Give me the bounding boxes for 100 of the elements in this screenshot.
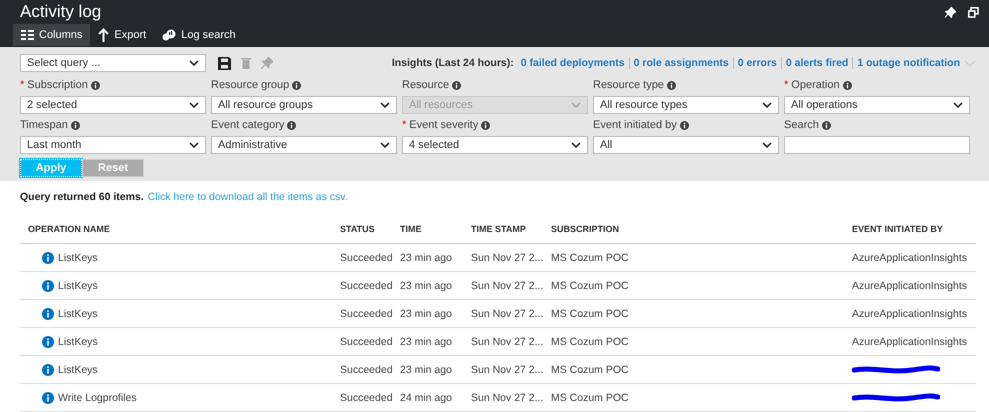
table-cell-text: Sun Nov 27 2... xyxy=(471,364,544,376)
trash-icon[interactable] xyxy=(241,57,251,69)
table-cell: ListKeys xyxy=(58,364,98,376)
info-icon xyxy=(42,336,54,348)
insights-link[interactable]: 0 role assignments xyxy=(628,57,733,69)
chevron-down-icon xyxy=(953,102,963,108)
info-icon xyxy=(42,308,54,320)
column-header[interactable]: TIME STAMP xyxy=(471,224,551,234)
table-cell-text: Succeeded xyxy=(340,252,394,264)
table-row[interactable]: Write Logprofiles Succeeded 24 min ago Sun Nov 27 2... MS Cozum POC xyxy=(20,384,976,412)
table-row[interactable]: ListKeys Succeeded 23 min ago Sun Nov 27 2... MS Cozum POC AzureApplicationInsights xyxy=(20,244,976,272)
column-header[interactable]: SUBSCRIPTION xyxy=(551,224,852,234)
chevron-down-icon xyxy=(380,102,390,108)
table-cell-text: AzureApplicationInsights xyxy=(852,280,968,292)
chevron-down-icon xyxy=(189,142,199,148)
column-header[interactable]: TIME xyxy=(400,224,471,234)
table-row[interactable]: ListKeys Succeeded 23 min ago Sun Nov 27 2... MS Cozum POC AzureApplicationInsights xyxy=(20,300,976,328)
info-icon xyxy=(70,120,80,130)
field-label: Event category xyxy=(211,119,284,131)
info-icon xyxy=(42,364,54,376)
chevron-down-icon xyxy=(380,142,390,148)
table-cell-text: 23 min ago xyxy=(400,336,453,348)
chevron-down-icon xyxy=(571,142,581,148)
field-label: Subscription xyxy=(27,79,88,91)
table-cell-text: 23 min ago xyxy=(400,280,453,292)
table-cell-text: Sun Nov 27 2... xyxy=(471,392,544,404)
info-icon xyxy=(822,120,831,130)
insights-label: Insights (Last 24 hours): xyxy=(392,57,514,69)
required-asterisk: * xyxy=(20,79,24,91)
table-cell-text: 23 min ago xyxy=(400,364,453,376)
table-cell-text: Sun Nov 27 2... xyxy=(471,308,544,320)
info-icon xyxy=(292,80,302,90)
field-label: Timespan xyxy=(20,119,68,131)
arrow-up-icon xyxy=(98,28,110,42)
table-cell-text: Sun Nov 27 2... xyxy=(471,280,544,292)
toolbar-button[interactable]: Columns xyxy=(13,24,90,46)
insights-link[interactable]: 0 errors xyxy=(732,57,781,69)
dropdown[interactable]: All xyxy=(593,136,779,154)
table-cell-text: Succeeded xyxy=(340,364,394,376)
insights-link[interactable]: 0 failed deployments xyxy=(516,57,629,69)
dropdown[interactable]: 4 selected xyxy=(402,136,588,154)
table-cell-text: AzureApplicationInsights xyxy=(852,252,968,264)
search-field[interactable] xyxy=(784,136,970,154)
table-cell-text: MS Cozum POC xyxy=(551,252,630,264)
table-row[interactable]: ListKeys Succeeded 23 min ago Sun Nov 27 2... MS Cozum POC AzureApplicationInsights xyxy=(20,328,976,356)
insights-link[interactable]: 0 alerts fired xyxy=(780,57,852,69)
table-cell: ListKeys xyxy=(58,336,98,348)
table-cell-text: AzureApplicationInsights xyxy=(852,308,968,320)
info-icon xyxy=(42,280,54,292)
table-cell-text: MS Cozum POC xyxy=(551,336,630,348)
column-header[interactable]: EVENT INITIATED BY xyxy=(852,224,976,234)
chevron-down-icon[interactable] xyxy=(964,60,976,66)
table-cell: Write Logprofiles xyxy=(58,392,137,404)
table-cell-text: 23 min ago xyxy=(400,252,453,264)
chevron-down-icon xyxy=(762,102,772,108)
table-cell-text: 24 min ago xyxy=(400,392,453,404)
table-row[interactable]: ListKeys Succeeded 23 min ago Sun Nov 27 2... MS Cozum POC xyxy=(20,356,976,384)
column-header[interactable]: STATUS xyxy=(340,224,400,234)
window-title: Activity log xyxy=(20,2,102,22)
toolbar-button[interactable]: Log search xyxy=(154,24,244,46)
table-cell-text: Succeeded xyxy=(340,392,394,404)
table-cell-text: Sun Nov 27 2... xyxy=(471,252,544,264)
required-asterisk: * xyxy=(784,79,788,91)
columns-icon xyxy=(21,30,34,40)
field-label: Event initiated by xyxy=(593,119,677,131)
log-search-icon xyxy=(162,28,176,42)
query-summary: Query returned 60 items. Click here to download all the items as csv. xyxy=(20,191,349,203)
table-cell: ListKeys xyxy=(58,308,98,320)
table-cell-text: Succeeded xyxy=(340,308,394,320)
chevron-down-icon xyxy=(571,102,581,108)
dropdown[interactable]: 2 selected xyxy=(20,96,206,114)
dropdown[interactable]: All operations xyxy=(784,96,970,114)
field-label: Resource xyxy=(402,79,450,91)
table-cell-text: Succeeded xyxy=(340,280,394,292)
query-dropdown[interactable]: Select query ... xyxy=(20,54,206,72)
info-icon xyxy=(42,392,54,404)
toolbar-button[interactable]: Export xyxy=(90,24,154,46)
table-cell-text: MS Cozum POC xyxy=(551,308,630,320)
field-label: Operation xyxy=(791,79,840,91)
dropdown[interactable]: All resource groups xyxy=(211,96,397,114)
table-cell-text: Sun Nov 27 2... xyxy=(471,336,544,348)
chevron-down-icon xyxy=(189,60,199,66)
required-asterisk: * xyxy=(402,119,406,131)
dropdown[interactable]: Administrative xyxy=(211,136,397,154)
field-label: Resource group xyxy=(211,79,290,91)
field-label: Search xyxy=(784,119,819,131)
dropdown[interactable]: Last month xyxy=(20,136,206,154)
info-icon xyxy=(481,120,490,130)
save-icon[interactable] xyxy=(218,56,231,70)
restore-icon[interactable] xyxy=(968,6,979,18)
info-icon xyxy=(287,120,296,130)
table-cell: ListKeys xyxy=(58,280,98,292)
insights-link[interactable]: 1 outage notification xyxy=(852,57,964,69)
column-header[interactable]: OPERATION NAME xyxy=(28,224,340,234)
table-cell-text: AzureApplicationInsights xyxy=(852,336,968,348)
chevron-down-icon xyxy=(189,102,199,108)
info-icon xyxy=(42,252,54,264)
dropdown[interactable]: All resource types xyxy=(593,96,779,114)
table-row[interactable]: ListKeys Succeeded 23 min ago Sun Nov 27 2... MS Cozum POC AzureApplicationInsights xyxy=(20,272,976,300)
chevron-down-icon xyxy=(762,142,772,148)
